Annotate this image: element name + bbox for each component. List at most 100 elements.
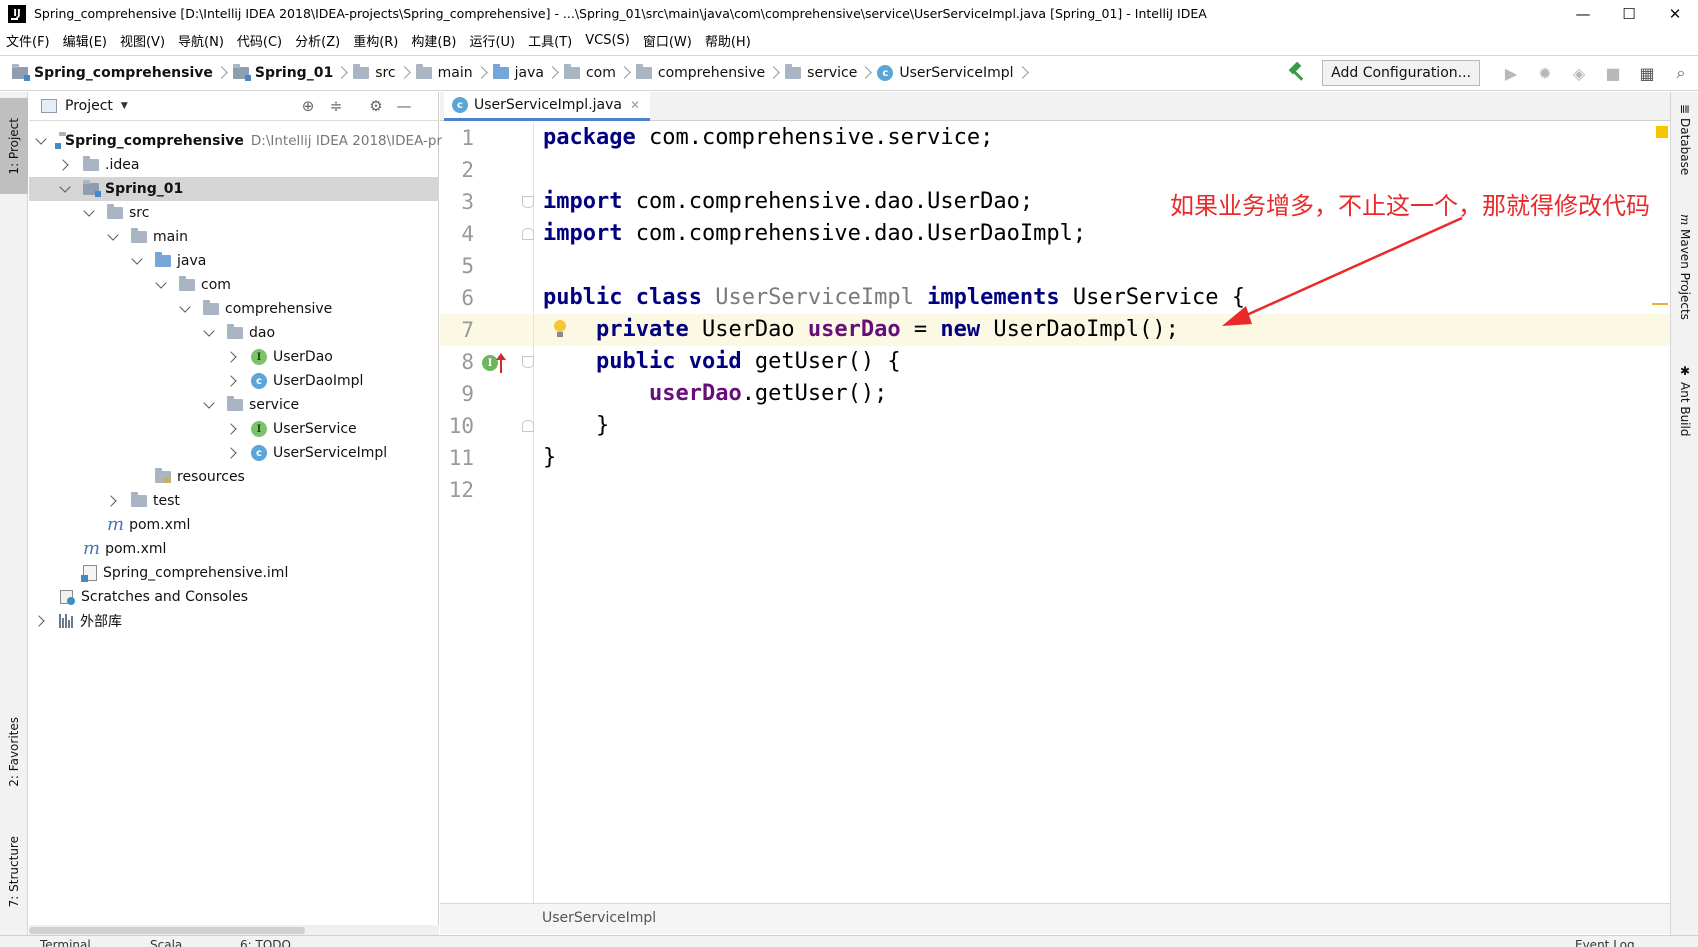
editor-breadcrumb: UserServiceImpl (440, 903, 1670, 934)
chevron-down-icon[interactable] (131, 255, 143, 267)
menu-refactor[interactable]: 重构(R) (353, 31, 398, 50)
tree-item-userdaoimpl[interactable]: c UserDaoImpl (29, 369, 439, 393)
gear-icon[interactable]: ⚙ (365, 96, 387, 116)
tree-item-src[interactable]: src (29, 201, 439, 225)
chevron-right-icon[interactable] (59, 159, 71, 171)
tree-item-dao[interactable]: dao (29, 321, 439, 345)
tool-tab-maven[interactable]: m Maven Projects (1671, 214, 1698, 320)
tool-tab-ant[interactable]: ✱ Ant Build (1671, 364, 1698, 436)
hide-icon[interactable]: — (393, 96, 415, 116)
chevron-down-icon[interactable] (83, 207, 95, 219)
stop-icon[interactable]: ■ (1596, 60, 1630, 86)
title-bar: IJ Spring_comprehensive [D:\Intellij IDE… (0, 0, 1698, 27)
tree-item-resources[interactable]: resources (29, 465, 439, 489)
menu-run[interactable]: 运行(U) (469, 31, 515, 50)
breadcrumb-item[interactable]: src (353, 64, 396, 81)
menu-file[interactable]: 文件(F) (6, 31, 50, 50)
chevron-down-icon[interactable] (155, 279, 167, 291)
fold-marker-icon[interactable] (522, 228, 534, 240)
tool-tab-terminal[interactable]: Terminal (40, 938, 91, 947)
menu-help[interactable]: 帮助(H) (705, 31, 751, 50)
tree-item-external-libraries[interactable]: 外部库 (29, 609, 439, 633)
chevron-right-icon[interactable] (107, 495, 119, 507)
search-icon[interactable]: ⌕ (1664, 60, 1698, 86)
fold-marker-icon[interactable] (522, 420, 534, 432)
tree-item-userdao[interactable]: I UserDao (29, 345, 439, 369)
chevron-right-icon[interactable] (227, 351, 239, 363)
code-editor[interactable]: package com.comprehensive.service; impor… (535, 122, 1670, 903)
chevron-down-icon[interactable] (59, 183, 71, 195)
tree-item-test[interactable]: test (29, 489, 439, 513)
tree-item-java[interactable]: java (29, 249, 439, 273)
chevron-down-icon[interactable] (203, 327, 215, 339)
menu-view[interactable]: 视图(V) (120, 31, 165, 50)
menu-analyze[interactable]: 分析(Z) (295, 31, 340, 50)
tree-item-iml[interactable]: Spring_comprehensive.iml (29, 561, 439, 585)
breadcrumb-item[interactable]: service (785, 64, 857, 81)
breadcrumb-item[interactable]: Spring_01 (232, 64, 333, 81)
tree-item-userservice[interactable]: I UserService (29, 417, 439, 441)
run-icon[interactable]: ▶ (1494, 60, 1528, 86)
tree-item-userserviceimpl[interactable]: c UserServiceImpl (29, 441, 439, 465)
menu-window[interactable]: 窗口(W) (643, 31, 692, 50)
breadcrumb-item[interactable]: com (563, 64, 616, 81)
maximize-button[interactable]: ☐ (1606, 0, 1652, 27)
fold-marker-icon[interactable] (522, 196, 534, 208)
tool-tab-structure[interactable]: 7: Structure (0, 822, 28, 922)
breadcrumb-item[interactable]: Spring_comprehensive (12, 64, 213, 81)
tree-item-service[interactable]: service (29, 393, 439, 417)
tree-item-spring-01[interactable]: Spring_01 (29, 177, 439, 201)
minimize-button[interactable]: — (1560, 0, 1606, 27)
tool-tab-project[interactable]: 1: Project (0, 98, 28, 194)
chevron-right-icon[interactable] (227, 375, 239, 387)
close-button[interactable]: ✕ (1652, 0, 1698, 27)
build-hammer-icon[interactable] (1286, 63, 1306, 83)
tab-userserviceimpl-java[interactable]: c UserServiceImpl.java ✕ (444, 92, 651, 121)
chevron-down-icon[interactable] (107, 231, 119, 243)
tree-item-root-pom[interactable]: m pom.xml (29, 537, 439, 561)
breadcrumb-item[interactable]: c UserServiceImpl (877, 65, 1014, 81)
breadcrumb-item[interactable]: main (415, 64, 473, 81)
chevron-down-icon[interactable] (203, 399, 215, 411)
project-view-selector[interactable]: Project (65, 98, 113, 114)
breadcrumb-item[interactable]: comprehensive (635, 64, 765, 81)
chevron-down-icon[interactable] (35, 135, 47, 147)
coverage-icon[interactable]: ◈ (1562, 60, 1596, 86)
chevron-down-icon[interactable] (179, 303, 191, 315)
locate-icon[interactable]: ⊕ (297, 96, 319, 116)
menu-edit[interactable]: 编辑(E) (63, 31, 107, 50)
collapse-all-icon[interactable]: ≑ (325, 96, 347, 116)
tool-tab-scala[interactable]: Scala (150, 938, 182, 947)
chevron-right-icon[interactable] (227, 447, 239, 459)
tree-item-comprehensive[interactable]: comprehensive (29, 297, 439, 321)
tool-tab-database[interactable]: ≣ Database (1671, 104, 1698, 175)
menu-vcs[interactable]: VCS(S) (585, 33, 630, 48)
navigate-up-arrow-icon[interactable] (496, 353, 506, 373)
chevron-right-icon[interactable] (35, 615, 47, 627)
tree-item-spring-comprehensive[interactable]: Spring_comprehensive D:\Intellij IDEA 20… (29, 129, 442, 153)
chevron-down-icon[interactable]: ▼ (121, 101, 128, 111)
project-structure-icon[interactable]: ▦ (1630, 60, 1664, 86)
menu-code[interactable]: 代码(C) (237, 31, 282, 50)
menu-navigate[interactable]: 导航(N) (178, 31, 224, 50)
close-icon[interactable]: ✕ (630, 98, 640, 112)
tree-item-com[interactable]: com (29, 273, 439, 297)
tree-item-scratches[interactable]: Scratches and Consoles (29, 585, 439, 609)
menu-build[interactable]: 构建(B) (411, 31, 456, 50)
breadcrumb-class[interactable]: UserServiceImpl (542, 910, 656, 926)
warning-marker-icon[interactable] (1656, 126, 1668, 138)
breadcrumb-item[interactable]: java (492, 64, 544, 81)
menu-tools[interactable]: 工具(T) (528, 31, 572, 50)
tree-item-idea[interactable]: .idea (29, 153, 439, 177)
debug-icon[interactable]: ✹ (1528, 60, 1562, 86)
chevron-right-icon[interactable] (227, 423, 239, 435)
project-panel-scrollbar[interactable] (29, 925, 439, 935)
tree-item-module-pom[interactable]: m pom.xml (29, 513, 439, 537)
fold-marker-icon[interactable] (522, 356, 534, 368)
add-configuration-button[interactable]: Add Configuration... (1322, 60, 1480, 86)
error-stripe-mark[interactable] (1652, 303, 1668, 305)
tool-tab-favorites[interactable]: 2: Favorites (0, 702, 28, 802)
tree-item-main[interactable]: main (29, 225, 439, 249)
tool-tab-todo[interactable]: 6: TODO (240, 938, 291, 947)
tool-tab-event-log[interactable]: Event Log (1575, 938, 1635, 947)
